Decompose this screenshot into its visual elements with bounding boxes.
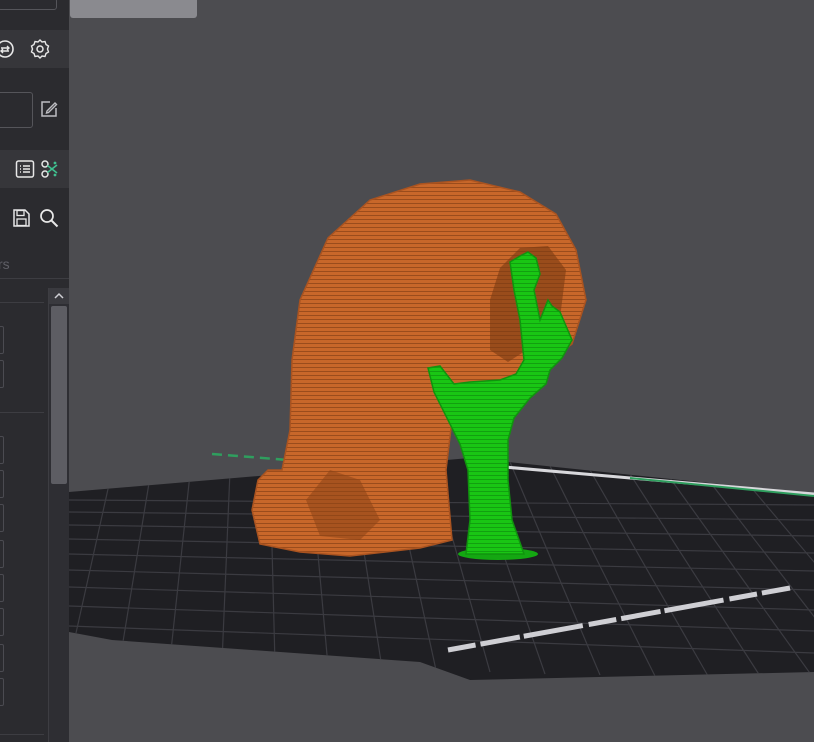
section-header: rs bbox=[0, 252, 69, 279]
list-item-stub[interactable] bbox=[0, 470, 4, 498]
save-icon[interactable] bbox=[8, 205, 34, 231]
list-item-stub[interactable] bbox=[0, 644, 4, 672]
list-item-stub[interactable] bbox=[0, 608, 4, 636]
settings-gear-icon[interactable] bbox=[27, 36, 53, 62]
list-divider bbox=[0, 734, 44, 735]
settings-scrollbar[interactable] bbox=[48, 288, 69, 742]
3d-viewport[interactable] bbox=[69, 0, 814, 742]
scroll-up-arrow-icon[interactable] bbox=[49, 288, 69, 304]
filament-toolbar bbox=[0, 30, 69, 68]
scene-canvas bbox=[69, 179, 814, 680]
list-divider bbox=[0, 302, 44, 303]
scroll-thumb[interactable] bbox=[51, 306, 67, 484]
edit-icon[interactable] bbox=[36, 96, 62, 122]
list-item-stub[interactable] bbox=[0, 678, 4, 706]
file-toolbar bbox=[0, 200, 69, 238]
list-icon[interactable] bbox=[12, 156, 38, 182]
search-icon[interactable] bbox=[36, 205, 62, 231]
top-field-stub[interactable] bbox=[0, 0, 57, 10]
preset-field-stub[interactable] bbox=[0, 92, 33, 128]
top-field-row bbox=[0, 0, 69, 10]
list-item-stub[interactable] bbox=[0, 540, 4, 568]
list-item-stub[interactable] bbox=[0, 326, 4, 354]
section-label-partial: rs bbox=[0, 256, 10, 272]
list-divider bbox=[0, 412, 44, 413]
left-side-panel: rs bbox=[0, 0, 69, 742]
list-item-stub[interactable] bbox=[0, 504, 4, 532]
list-item-stub[interactable] bbox=[0, 574, 4, 602]
list-item-stub[interactable] bbox=[0, 360, 4, 388]
viewport-search-box[interactable] bbox=[70, 0, 197, 18]
scissors-icon[interactable] bbox=[37, 156, 63, 182]
list-item-stub[interactable] bbox=[0, 436, 4, 464]
preset-row bbox=[0, 78, 69, 138]
spool-refresh-icon[interactable] bbox=[0, 36, 18, 62]
settings-list bbox=[0, 288, 46, 742]
object-toolbar bbox=[0, 150, 69, 188]
